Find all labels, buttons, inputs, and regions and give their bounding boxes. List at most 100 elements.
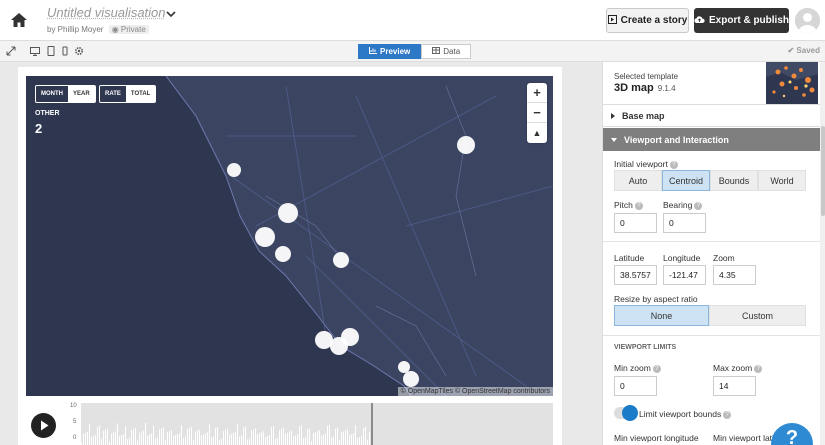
- resize-option-none[interactable]: None: [614, 305, 709, 326]
- timeline-bar: [325, 433, 326, 445]
- timeline-bar: [163, 427, 164, 445]
- timeline-bar: [331, 437, 332, 445]
- scrollbar-thumb[interactable]: [821, 126, 825, 216]
- viewport-limits-heading: VIEWPORT LIMITS: [614, 344, 677, 351]
- map-canvas[interactable]: MONTH YEAR RATE TOTAL OTHER 2 + − ▲ © Op…: [26, 76, 553, 396]
- map-marker[interactable]: [227, 163, 241, 177]
- timeline-bar: [93, 435, 94, 445]
- template-thumbnail[interactable]: [766, 62, 818, 104]
- timeline-bar: [363, 428, 364, 445]
- map-marker[interactable]: [255, 227, 275, 247]
- timeline-bar: [223, 431, 224, 445]
- timeline-bar: [309, 428, 310, 445]
- timeline-bar: [281, 428, 282, 445]
- sidebar-scrollbar[interactable]: [820, 62, 825, 445]
- timeline-bar: [199, 429, 200, 445]
- timeline-bar: [287, 432, 288, 445]
- section-base-map[interactable]: Base map: [603, 104, 820, 127]
- gear-icon[interactable]: [74, 46, 84, 56]
- view-tabs: Preview Data: [358, 44, 472, 59]
- timeline-bar: [143, 430, 144, 445]
- zoom-input[interactable]: 4.35: [713, 265, 756, 285]
- measure-total-option[interactable]: TOTAL: [125, 86, 156, 102]
- timeline-bar: [107, 428, 108, 445]
- longitude-input[interactable]: -121.47: [663, 265, 706, 285]
- timeline-bar: [279, 429, 280, 445]
- viewport-option-centroid[interactable]: Centroid: [662, 170, 710, 191]
- section-viewport[interactable]: Viewport and Interaction: [603, 128, 820, 151]
- map-marker[interactable]: [278, 203, 298, 223]
- help-icon[interactable]: ?: [634, 201, 643, 210]
- tab-data-label: Data: [443, 47, 461, 56]
- pitch-input[interactable]: 0: [614, 213, 657, 233]
- timeline-bar: [357, 438, 358, 445]
- home-icon[interactable]: [8, 9, 30, 31]
- map-marker[interactable]: [275, 246, 291, 262]
- timeline-bar: [135, 428, 136, 445]
- map-marker[interactable]: [403, 371, 419, 387]
- timeline-bar: [231, 433, 232, 445]
- compass-icon[interactable]: ▲: [527, 123, 547, 143]
- timeline-bar: [221, 439, 222, 445]
- timeline-bar: [187, 428, 188, 445]
- desktop-icon[interactable]: [30, 46, 40, 56]
- create-story-button[interactable]: Create a story: [606, 8, 689, 33]
- timeline-bar: [351, 434, 352, 445]
- max-zoom-text: Max zoom: [713, 363, 753, 373]
- category-value: 2: [35, 121, 43, 136]
- period-month-option[interactable]: MONTH: [36, 86, 68, 102]
- timeline-bar: [111, 433, 112, 445]
- timeline-bar: [125, 426, 126, 445]
- tab-preview[interactable]: Preview: [358, 44, 422, 59]
- timeline-bar: [137, 440, 138, 445]
- preview-area: MONTH YEAR RATE TOTAL OTHER 2 + − ▲ © Op…: [18, 67, 562, 445]
- user-avatar[interactable]: [795, 8, 820, 33]
- help-icon[interactable]: ?: [669, 160, 678, 169]
- visualisation-title[interactable]: Untitled visualisation: [47, 5, 166, 20]
- table-icon: [432, 47, 441, 56]
- zoom-out-button[interactable]: −: [527, 103, 547, 123]
- timeline-bar: [165, 440, 166, 445]
- timeline-bar: [299, 426, 300, 445]
- chevron-down-icon[interactable]: [164, 7, 178, 21]
- min-zoom-input[interactable]: 0: [614, 376, 657, 396]
- bearing-text: Bearing: [663, 200, 693, 210]
- help-icon[interactable]: ?: [754, 364, 763, 373]
- map-marker[interactable]: [341, 328, 359, 346]
- timeline-bar: [103, 430, 104, 445]
- max-zoom-input[interactable]: 14: [713, 376, 756, 396]
- timeline-bar: [105, 429, 106, 445]
- timeline-bar: [315, 432, 316, 445]
- tablet-icon[interactable]: [46, 46, 56, 56]
- play-button[interactable]: [31, 413, 56, 438]
- timeline-chart[interactable]: [81, 403, 553, 445]
- period-year-option[interactable]: YEAR: [68, 86, 95, 102]
- timeline-bar: [297, 434, 298, 445]
- pitch-label: Pitch?: [614, 200, 643, 210]
- zoom-in-button[interactable]: +: [527, 83, 547, 103]
- byline: by Phillip Moyer ◉ Private: [47, 25, 149, 34]
- tab-data[interactable]: Data: [421, 44, 472, 59]
- timeline-bar: [289, 431, 290, 445]
- timeline-bar: [329, 424, 330, 445]
- cloud-upload-icon: [694, 15, 705, 27]
- export-publish-button[interactable]: Export & publish: [694, 8, 789, 33]
- viewport-option-world[interactable]: World: [758, 170, 806, 191]
- timeline-bar: [83, 434, 84, 445]
- zoom-label: Zoom: [713, 253, 735, 263]
- map-marker[interactable]: [457, 136, 475, 154]
- map-marker[interactable]: [333, 252, 349, 268]
- limit-bounds-toggle[interactable]: [614, 405, 638, 421]
- bearing-input[interactable]: 0: [663, 213, 706, 233]
- help-icon[interactable]: ?: [694, 201, 703, 210]
- timeline-bar: [343, 431, 344, 445]
- resize-option-custom[interactable]: Custom: [709, 305, 806, 326]
- help-icon[interactable]: ?: [652, 364, 661, 373]
- measure-rate-option[interactable]: RATE: [100, 86, 126, 102]
- latitude-input[interactable]: 38.5757: [614, 265, 657, 285]
- expand-icon[interactable]: [6, 46, 16, 56]
- viewport-option-bounds[interactable]: Bounds: [710, 170, 758, 191]
- help-icon[interactable]: ?: [723, 410, 732, 419]
- phone-icon[interactable]: [60, 46, 70, 56]
- viewport-option-auto[interactable]: Auto: [614, 170, 662, 191]
